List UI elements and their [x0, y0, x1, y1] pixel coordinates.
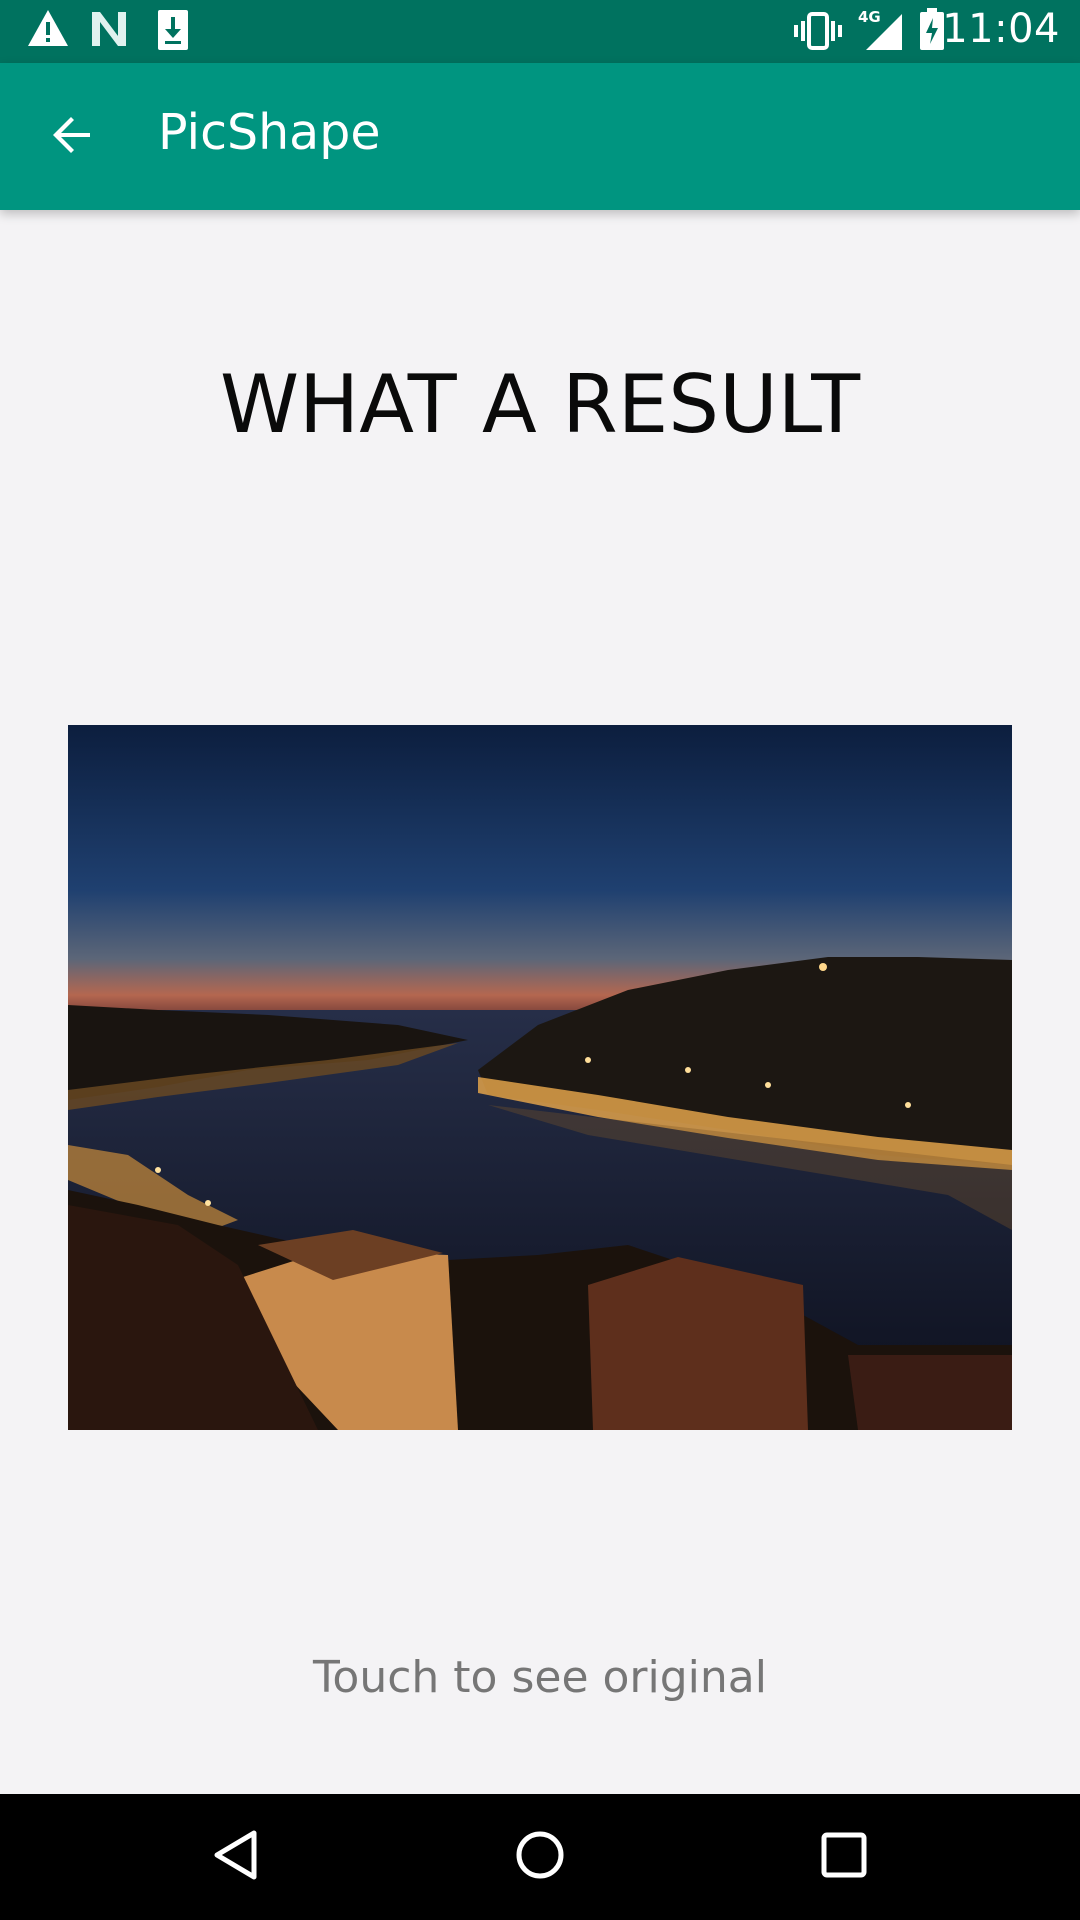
- status-time: 11:04: [942, 6, 1060, 52]
- app-bar: PicShape: [0, 63, 1080, 210]
- nav-bar: [0, 1794, 1080, 1920]
- recents-square-icon: [820, 1831, 868, 1883]
- n-notification-icon: [88, 8, 130, 54]
- app-title: PicShape: [158, 104, 381, 161]
- status-bar: 4G 11:04: [0, 0, 1080, 63]
- arrow-back-icon: [48, 111, 96, 163]
- result-photo[interactable]: [68, 725, 1012, 1430]
- nav-recents-button[interactable]: [796, 1812, 892, 1902]
- vibrate-icon: [794, 12, 842, 54]
- home-circle-icon: [514, 1829, 566, 1885]
- back-button[interactable]: [30, 95, 114, 179]
- download-icon: [156, 8, 190, 56]
- nav-back-button[interactable]: [188, 1812, 284, 1902]
- result-headline: WHAT A RESULT: [219, 358, 861, 451]
- svg-text:4G: 4G: [858, 8, 881, 26]
- signal-icon: 4G: [858, 8, 904, 56]
- touch-hint[interactable]: Touch to see original: [0, 1648, 1080, 1708]
- nav-home-button[interactable]: [492, 1812, 588, 1902]
- warning-icon: [26, 8, 70, 52]
- back-triangle-icon: [212, 1829, 260, 1885]
